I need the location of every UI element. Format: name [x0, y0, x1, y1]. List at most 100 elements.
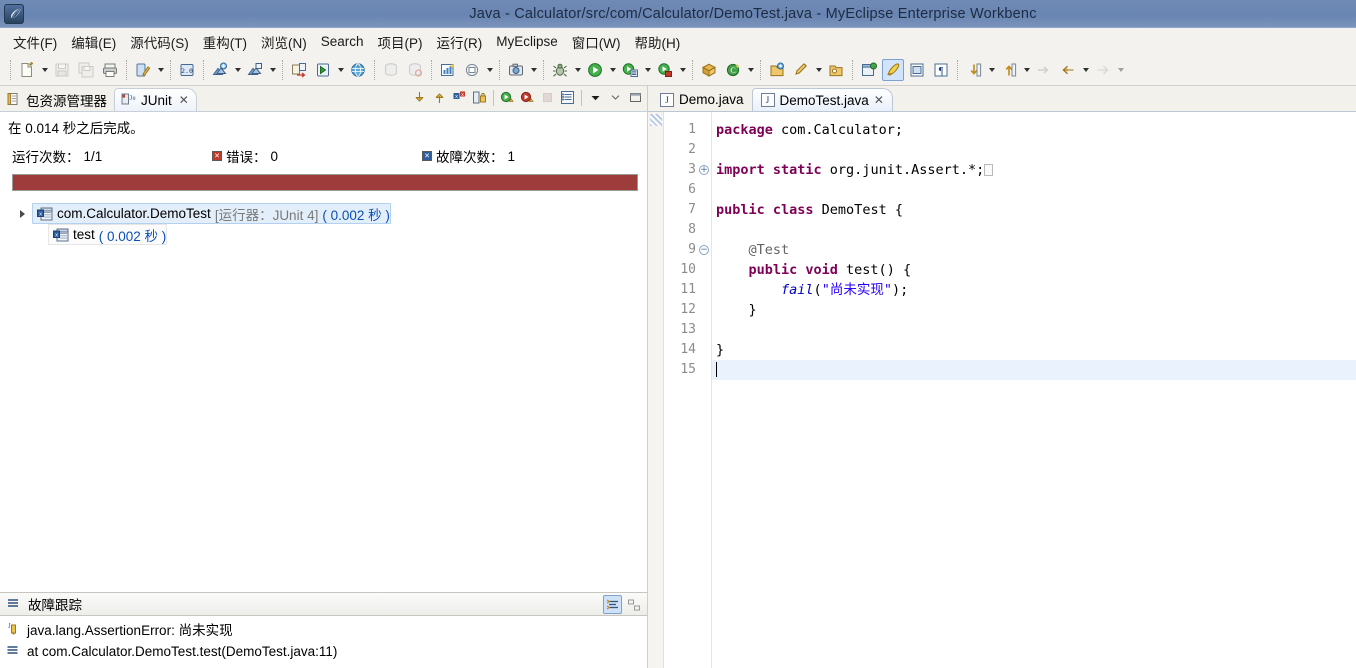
snapshot-icon[interactable]	[505, 59, 527, 81]
compare-result-icon[interactable]	[624, 595, 643, 614]
forward-dropdown-arrow[interactable]	[1115, 59, 1126, 81]
view-menu-icon[interactable]	[586, 88, 605, 107]
filter-stack-trace-icon[interactable]	[603, 595, 622, 614]
code-line-3[interactable]: import static org.junit.Assert.*;	[716, 160, 1356, 180]
menu-search[interactable]: Search	[314, 31, 371, 52]
import-export-icon[interactable]	[288, 59, 310, 81]
previous-annotation-dropdown-arrow[interactable]	[1021, 59, 1032, 81]
menu-refactor[interactable]: 重构(T)	[196, 29, 254, 55]
menu-source[interactable]: 源代码(S)	[123, 29, 196, 55]
quickfix-icon[interactable]	[132, 59, 154, 81]
next-annotation-dropdown-arrow[interactable]	[986, 59, 997, 81]
close-icon[interactable]: ✕	[179, 93, 189, 107]
editor-folding-column[interactable]	[698, 112, 712, 668]
run-history-icon[interactable]	[619, 59, 641, 81]
new-package-icon[interactable]	[698, 59, 720, 81]
next-annotation-icon[interactable]	[963, 59, 985, 81]
manage-deployment-dropdown-arrow[interactable]	[267, 59, 278, 81]
menu-run[interactable]: 运行(R)	[430, 29, 490, 55]
java-editor[interactable]: 1 2 3 +6 7 8 9−10 11 12 13 14 15 package com.Calcul…	[648, 111, 1356, 668]
manage-deployment-icon[interactable]	[244, 59, 266, 81]
test-run-history-icon[interactable]	[558, 88, 577, 107]
forward-icon[interactable]	[1092, 59, 1114, 81]
editor-marker-column[interactable]	[648, 112, 664, 668]
jdk-version-icon[interactable]: 2.0	[176, 59, 198, 81]
minimize-view-icon[interactable]	[606, 88, 625, 107]
code-line-1[interactable]: package com.Calculator;	[716, 120, 1356, 140]
show-failures-only-icon[interactable]: xx	[450, 88, 469, 107]
junit-test-tree[interactable]: x com.Calculator.DemoTest [运行器：JUnit 4] (…	[0, 197, 647, 592]
previous-annotation-icon[interactable]	[998, 59, 1020, 81]
profile-dropdown-arrow[interactable]	[677, 59, 688, 81]
previous-failure-icon[interactable]	[430, 88, 449, 107]
save-icon[interactable]	[51, 59, 73, 81]
code-line-7[interactable]: public class DemoTest {	[716, 200, 1356, 220]
code-line-14[interactable]: }	[716, 340, 1356, 360]
snapshot-dropdown-arrow[interactable]	[528, 59, 539, 81]
failure-trace-list[interactable]: Jjava.lang.AssertionError: 尚未实现 at com.Ca…	[0, 616, 647, 668]
back-dropdown-arrow[interactable]	[1080, 59, 1091, 81]
run-dropdown-arrow[interactable]	[607, 59, 618, 81]
menu-project[interactable]: 项目(P)	[371, 29, 430, 55]
fold-expand-icon[interactable]: +	[699, 165, 709, 175]
code-line-13[interactable]	[716, 320, 1356, 340]
search-icon[interactable]	[790, 59, 812, 81]
code-line-9[interactable]: @Test	[716, 240, 1356, 260]
close-icon[interactable]: ✕	[874, 93, 884, 107]
code-line-2[interactable]	[716, 140, 1356, 160]
run-history-dropdown-arrow[interactable]	[642, 59, 653, 81]
profile-icon[interactable]	[654, 59, 676, 81]
new-icon[interactable]	[16, 59, 38, 81]
toggle-block-selection-icon[interactable]	[906, 59, 928, 81]
menu-myeclipse[interactable]: MyEclipse	[489, 31, 565, 52]
run-server-dropdown-arrow[interactable]	[335, 59, 346, 81]
last-edit-location-icon[interactable]	[1033, 59, 1055, 81]
uml-dropdown-arrow[interactable]	[484, 59, 495, 81]
maximize-view-icon[interactable]	[626, 88, 645, 107]
new-dropdown-arrow[interactable]	[39, 59, 50, 81]
fold-collapse-icon[interactable]: −	[699, 245, 709, 255]
new-deployment-dropdown-arrow[interactable]	[232, 59, 243, 81]
debug-icon[interactable]	[549, 59, 571, 81]
open-type-icon[interactable]	[766, 59, 788, 81]
toggle-java-editor-icon[interactable]	[882, 59, 904, 81]
open-task-icon[interactable]	[825, 59, 847, 81]
new-class-icon[interactable]: C	[722, 59, 744, 81]
trace-exception-row[interactable]: Jjava.lang.AssertionError: 尚未实现	[0, 618, 647, 640]
uml-icon[interactable]	[461, 59, 483, 81]
java-perspective-icon[interactable]	[858, 59, 880, 81]
folded-imports-placeholder-icon[interactable]	[984, 164, 994, 176]
test-method-node[interactable]: x test ( 0.002 秒 )	[48, 224, 168, 245]
show-whitespace-icon[interactable]: ¶	[930, 59, 952, 81]
open-browser-icon[interactable]	[347, 59, 369, 81]
code-line-10[interactable]: public void test() {	[716, 260, 1356, 280]
trace-frame-row[interactable]: at com.Calculator.DemoTest.test(DemoTest…	[0, 640, 647, 662]
new-deployment-icon[interactable]	[209, 59, 231, 81]
new-class-dropdown-arrow[interactable]	[745, 59, 756, 81]
lock-scroll-icon[interactable]	[470, 88, 489, 107]
menu-file[interactable]: 文件(F)	[6, 29, 64, 55]
code-line-11[interactable]: fail("尚未实现");	[716, 280, 1356, 300]
tab-demo-java[interactable]: J Demo.java	[652, 88, 752, 111]
test-class-node[interactable]: x com.Calculator.DemoTest [运行器：JUnit 4] (…	[20, 203, 391, 224]
run-server-icon[interactable]	[312, 59, 334, 81]
rerun-failed-tests-icon[interactable]	[518, 88, 537, 107]
tab-demotest-java[interactable]: J DemoTest.java ✕	[751, 88, 893, 111]
back-icon[interactable]	[1057, 59, 1079, 81]
stop-icon[interactable]	[538, 88, 557, 107]
code-line-8[interactable]	[716, 220, 1356, 240]
run-icon[interactable]	[584, 59, 606, 81]
code-line-15[interactable]	[712, 360, 1356, 380]
tab-junit[interactable]: Ju JUnit ✕	[114, 88, 197, 111]
save-all-icon[interactable]	[75, 59, 97, 81]
code-line-12[interactable]: }	[716, 300, 1356, 320]
menu-navigate[interactable]: 浏览(N)	[254, 29, 314, 55]
menu-edit[interactable]: 编辑(E)	[64, 29, 123, 55]
rerun-test-icon[interactable]	[498, 88, 517, 107]
report-icon[interactable]	[437, 59, 459, 81]
print-icon[interactable]	[99, 59, 121, 81]
open-db-icon[interactable]	[380, 59, 402, 81]
tree-expander-icon[interactable]	[20, 210, 25, 218]
menu-window[interactable]: 窗口(W)	[565, 29, 628, 55]
code-line-6[interactable]	[716, 180, 1356, 200]
